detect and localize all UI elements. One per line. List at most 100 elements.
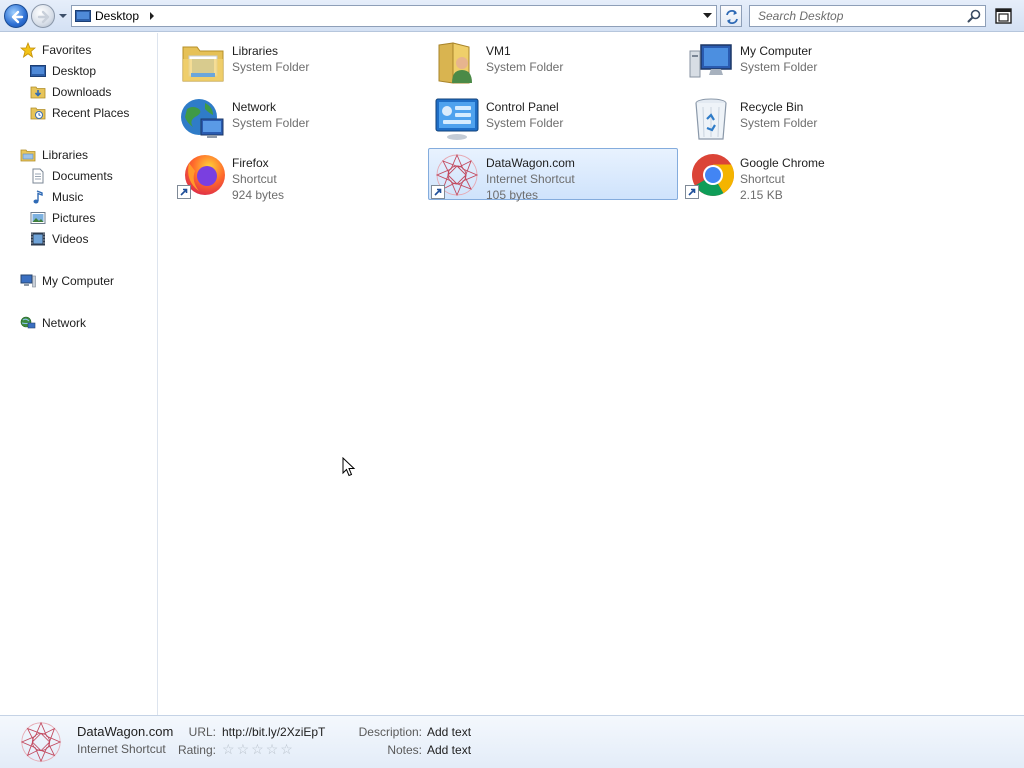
file-list: Libraries System Folder VM1 System Folde… xyxy=(159,33,1024,715)
sidebar-item-label: Favorites xyxy=(42,43,92,57)
star-icon[interactable]: ☆ xyxy=(222,742,235,756)
notes-field[interactable]: Add text xyxy=(427,743,471,757)
list-item-recycle-bin[interactable]: Recycle Bin System Folder xyxy=(682,92,932,144)
back-arrow-icon xyxy=(11,10,24,24)
item-type: System Folder xyxy=(740,60,818,74)
refresh-button[interactable] xyxy=(720,5,742,27)
list-item-datawagon[interactable]: DataWagon.com Internet Shortcut 105 byte… xyxy=(428,148,678,203)
user-folder-icon xyxy=(438,42,472,84)
item-type: System Folder xyxy=(486,60,564,74)
shortcut-arrow-icon xyxy=(685,185,699,199)
sidebar-item-pictures[interactable]: Pictures xyxy=(30,208,95,228)
layout-button[interactable] xyxy=(994,6,1014,26)
item-size: 105 bytes xyxy=(486,188,539,202)
forward-arrow-icon xyxy=(37,10,50,24)
search-icon[interactable] xyxy=(967,9,981,23)
sidebar-item-label: Network xyxy=(42,316,87,330)
rating-stars[interactable]: ☆ ☆ ☆ ☆ ☆ xyxy=(222,742,293,756)
sidebar-item-label: Downloads xyxy=(52,85,112,99)
item-text: Google Chrome Shortcut 2.15 KB xyxy=(740,155,825,203)
computer-icon xyxy=(689,44,732,78)
item-text: VM1 System Folder xyxy=(486,43,563,75)
star-icon[interactable]: ☆ xyxy=(237,742,250,756)
search-input[interactable] xyxy=(750,6,960,26)
desktop-icon xyxy=(75,10,91,22)
address-dropdown-icon[interactable] xyxy=(703,13,712,19)
item-type: Shortcut xyxy=(232,172,277,186)
sidebar-item-documents[interactable]: Documents xyxy=(30,166,113,186)
item-text: DataWagon.com Internet Shortcut 105 byte… xyxy=(486,155,575,203)
sidebar-item-libraries[interactable]: Libraries xyxy=(20,145,88,165)
item-type: Shortcut xyxy=(740,172,785,186)
sidebar-item-my-computer[interactable]: My Computer xyxy=(20,271,114,291)
back-button[interactable] xyxy=(4,4,28,28)
url-value[interactable]: http://bit.ly/2XziEpT xyxy=(222,725,325,739)
sidebar-item-favorites[interactable]: Favorites xyxy=(20,40,91,60)
control-panel-icon xyxy=(435,98,479,140)
item-name: Control Panel xyxy=(486,100,559,114)
item-name: Libraries xyxy=(232,44,279,58)
sidebar-item-label: Music xyxy=(52,190,84,204)
item-type: System Folder xyxy=(232,60,310,74)
list-item-firefox[interactable]: Firefox Shortcut 924 bytes xyxy=(174,148,424,202)
recent-pages-button[interactable] xyxy=(57,9,69,23)
sidebar-item-label: Documents xyxy=(52,169,113,183)
description-field[interactable]: Add text xyxy=(427,725,471,739)
mouse-cursor-icon xyxy=(342,457,356,477)
sidebar-item-videos[interactable]: Videos xyxy=(30,229,88,249)
star-icon[interactable]: ☆ xyxy=(280,742,293,756)
notes-label: Notes: xyxy=(387,743,422,757)
list-item-libraries[interactable]: Libraries System Folder xyxy=(174,36,424,88)
navigation-toolbar: Desktop xyxy=(0,0,1024,32)
star-icon[interactable]: ☆ xyxy=(266,742,279,756)
sidebar-item-label: Videos xyxy=(52,232,89,246)
list-item-control-panel[interactable]: Control Panel System Folder xyxy=(428,92,678,144)
item-name: Google Chrome xyxy=(740,156,825,170)
recent-places-icon xyxy=(30,107,46,120)
list-item-google-chrome[interactable]: Google Chrome Shortcut 2.15 KB xyxy=(682,148,932,203)
item-type: System Folder xyxy=(740,116,818,130)
list-item-my-computer[interactable]: My Computer System Folder xyxy=(682,36,932,88)
breadcrumb-chevron-icon[interactable] xyxy=(148,12,156,20)
item-name: VM1 xyxy=(486,44,511,58)
list-item-network[interactable]: Network System Folder xyxy=(174,92,424,144)
chevron-down-icon xyxy=(59,14,67,18)
network-icon xyxy=(181,99,224,138)
navigation-pane: Favorites Desktop Downloads Recent Place… xyxy=(0,33,158,715)
shortcut-arrow-icon xyxy=(431,185,445,199)
item-type: Internet Shortcut xyxy=(486,172,575,186)
network-icon xyxy=(20,316,36,329)
address-bar[interactable]: Desktop xyxy=(71,5,717,27)
item-name: Recycle Bin xyxy=(740,100,804,114)
details-name: DataWagon.com xyxy=(77,724,174,739)
description-label: Description: xyxy=(358,725,422,739)
documents-icon xyxy=(32,168,44,184)
forward-button[interactable] xyxy=(31,4,55,28)
list-item-vm1[interactable]: VM1 System Folder xyxy=(428,36,678,88)
sidebar-item-desktop[interactable]: Desktop xyxy=(30,61,96,81)
window-layout-icon xyxy=(995,8,1012,24)
star-icon xyxy=(20,42,36,58)
sidebar-item-network[interactable]: Network xyxy=(20,313,86,333)
star-icon[interactable]: ☆ xyxy=(251,742,264,756)
item-type: System Folder xyxy=(232,116,310,130)
item-text: Network System Folder xyxy=(232,99,309,131)
sidebar-item-downloads[interactable]: Downloads xyxy=(30,82,111,102)
sidebar-item-label: Libraries xyxy=(42,148,89,162)
details-type: Internet Shortcut xyxy=(77,742,166,756)
item-size: 2.15 KB xyxy=(740,188,783,202)
music-icon xyxy=(33,190,43,204)
item-size: 924 bytes xyxy=(232,188,285,202)
sidebar-item-recent-places[interactable]: Recent Places xyxy=(30,103,129,123)
details-pane: DataWagon.com Internet Shortcut URL: htt… xyxy=(0,715,1024,768)
refresh-icon xyxy=(726,10,738,24)
videos-icon xyxy=(31,232,45,246)
item-name: DataWagon.com xyxy=(486,156,575,170)
item-text: Recycle Bin System Folder xyxy=(740,99,817,131)
sidebar-item-music[interactable]: Music xyxy=(30,187,83,207)
computer-icon xyxy=(20,274,36,288)
item-name: My Computer xyxy=(740,44,813,58)
libraries-icon xyxy=(20,149,36,162)
item-type: System Folder xyxy=(486,116,564,130)
sidebar-item-label: Recent Places xyxy=(52,106,130,120)
